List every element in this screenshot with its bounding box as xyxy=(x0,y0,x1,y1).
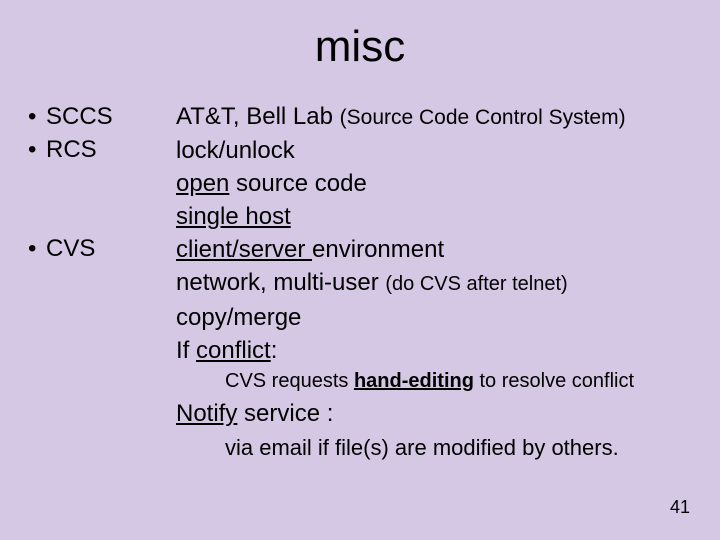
bullet-label xyxy=(46,199,53,232)
bullet-label xyxy=(46,166,53,199)
line-lock: lock/unlock xyxy=(176,134,706,167)
line-open: open source code xyxy=(176,167,706,200)
text-paren: (do CVS after telnet) xyxy=(385,273,567,295)
text: source code xyxy=(229,170,366,197)
text-underline: single host xyxy=(176,203,291,230)
text: If xyxy=(176,337,196,364)
slide-title: misc xyxy=(0,22,720,72)
bullet-label: RCS xyxy=(46,133,97,166)
bullet-cvs: • CVS xyxy=(28,232,164,265)
right-column: AT&T, Bell Lab (Source Code Control Syst… xyxy=(176,100,706,367)
text: environment xyxy=(312,236,444,263)
bullet-empty xyxy=(28,166,164,199)
bullet-dot: • xyxy=(28,232,46,265)
text: AT&T, Bell Lab xyxy=(176,103,340,130)
text-underline: open xyxy=(176,170,229,197)
left-column: • SCCS • RCS • CVS xyxy=(28,100,164,265)
line-copymerge: copy/merge xyxy=(176,301,706,334)
line-network: network, multi-user (do CVS after telnet… xyxy=(176,266,706,301)
text: : xyxy=(271,337,278,364)
bullet-sccs: • SCCS xyxy=(28,100,164,133)
text-underline: conflict xyxy=(196,337,271,364)
text-underline: Notify xyxy=(176,400,237,427)
line-singlehost: single host xyxy=(176,200,706,233)
line-clientserver: client/server environment xyxy=(176,233,706,266)
notify-line: Notify service : xyxy=(176,400,333,428)
text: network, multi-user xyxy=(176,269,385,296)
page-number: 41 xyxy=(670,497,690,518)
text-underline: hand-editing xyxy=(354,370,474,392)
slide: misc • SCCS • RCS • CVS AT&T, Bell Lab (… xyxy=(0,0,720,540)
bullet-dot: • xyxy=(28,133,46,166)
notify-sub: via email if file(s) are modified by oth… xyxy=(225,435,619,461)
bullet-dot: • xyxy=(28,100,46,133)
bullet-label: CVS xyxy=(46,232,95,265)
text-underline: client/server xyxy=(176,236,312,263)
bullet-label: SCCS xyxy=(46,100,113,133)
bullet-rcs: • RCS xyxy=(28,133,164,166)
text-paren: (Source Code Control System) xyxy=(340,106,626,129)
text: service : xyxy=(237,400,333,427)
line-sccs-desc: AT&T, Bell Lab (Source Code Control Syst… xyxy=(176,100,706,134)
bullet-empty xyxy=(28,199,164,232)
text: CVS requests xyxy=(225,370,354,392)
line-conflict: If conflict: xyxy=(176,334,706,367)
text: to resolve conflict xyxy=(474,370,634,392)
cvs-conflict-note: CVS requests hand-editing to resolve con… xyxy=(225,370,634,393)
